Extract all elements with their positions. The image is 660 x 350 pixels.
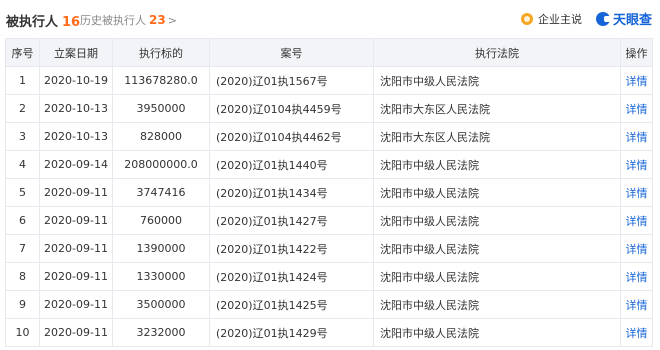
cell-court: 沈阳市中级人民法院 [373,178,621,207]
detail-link[interactable]: 详情 [620,262,653,291]
table-header-row: 序号 立案日期 执行标的 案号 执行法院 操作 [5,38,653,67]
cell-date: 2020-09-11 [39,262,113,291]
cell-date: 2020-10-13 [39,122,113,151]
col-header-court: 执行法院 [373,38,621,67]
cell-index: 8 [5,262,40,291]
table-row: 10 2020-09-11 3232000 (2020)辽01执1429号 沈阳… [5,318,653,347]
cell-case: (2020)辽01执1422号 [209,234,374,263]
detail-link[interactable]: 详情 [620,150,653,179]
cell-date: 2020-09-11 [39,234,113,263]
cell-case: (2020)辽0104执4459号 [209,94,374,123]
title-label: 被执行人 [6,15,59,30]
cell-case: (2020)辽01执1434号 [209,178,374,207]
detail-link[interactable]: 详情 [620,234,653,263]
cell-case: (2020)辽01执1425号 [209,290,374,319]
cell-amount: 208000000.0 [112,150,210,179]
table-row: 6 2020-09-11 760000 (2020)辽01执1427号 沈阳市中… [5,206,653,235]
cell-court: 沈阳市中级人民法院 [373,150,621,179]
col-header-index: 序号 [5,38,40,67]
slogan-link[interactable]: 企业主说 [521,11,582,27]
cell-amount: 3747416 [112,178,210,207]
table-row: 5 2020-09-11 3747416 (2020)辽01执1434号 沈阳市… [5,178,653,207]
cell-index: 9 [5,290,40,319]
history-label[interactable]: 历史被执行人 [80,14,146,27]
cell-date: 2020-09-14 [39,150,113,179]
detail-link[interactable]: 详情 [620,66,653,95]
tianyancha-logo-icon [595,11,611,26]
cell-amount: 760000 [112,206,210,235]
cell-index: 6 [5,206,40,235]
cell-date: 2020-09-11 [39,178,113,207]
table-row: 2 2020-10-13 3950000 (2020)辽0104执4459号 沈… [5,94,653,123]
cell-amount: 1390000 [112,234,210,263]
cell-date: 2020-10-13 [39,94,113,123]
cell-date: 2020-10-19 [39,66,113,95]
cell-amount: 3232000 [112,318,210,347]
table-row: 7 2020-09-11 1390000 (2020)辽01执1422号 沈阳市… [5,234,653,263]
cell-index: 3 [5,122,40,151]
cell-amount: 828000 [112,122,210,151]
table-row: 4 2020-09-14 208000000.0 (2020)辽01执1440号… [5,150,653,179]
cell-amount: 113678280.0 [112,66,210,95]
col-header-date: 立案日期 [39,38,113,67]
brand-logo: 天眼查 [595,9,652,28]
chevron-right-icon[interactable]: > [168,14,177,27]
cell-amount: 1330000 [112,262,210,291]
section-title: 被执行人 16 [6,11,80,30]
history-link[interactable]: 历史被执行人 23 > [80,12,177,28]
detail-link[interactable]: 详情 [620,178,653,207]
cell-index: 4 [5,150,40,179]
cell-date: 2020-09-11 [39,206,113,235]
cell-court: 沈阳市中级人民法院 [373,66,621,95]
history-count[interactable]: 23 [149,13,166,27]
brand-label: 天眼查 [612,13,652,28]
cell-court: 沈阳市中级人民法院 [373,262,621,291]
col-header-amount: 执行标的 [112,38,210,67]
col-header-action: 操作 [620,38,653,67]
executee-table: 序号 立案日期 执行标的 案号 执行法院 操作 1 2020-10-19 113… [5,38,653,347]
cell-date: 2020-09-11 [39,290,113,319]
detail-link[interactable]: 详情 [620,290,653,319]
cell-court: 沈阳市中级人民法院 [373,318,621,347]
table-row: 9 2020-09-11 3500000 (2020)辽01执1425号 沈阳市… [5,290,653,319]
col-header-case: 案号 [209,38,374,67]
cell-case: (2020)辽01执1567号 [209,66,374,95]
bulb-icon [521,13,533,25]
cell-index: 5 [5,178,40,207]
detail-link[interactable]: 详情 [620,94,653,123]
cell-court: 沈阳市中级人民法院 [373,206,621,235]
section-header: 被执行人 16 历史被执行人 23 > 企业主说 天眼查 [0,0,660,36]
cell-court: 沈阳市大东区人民法院 [373,94,621,123]
title-count: 16 [62,15,81,30]
cell-amount: 3500000 [112,290,210,319]
cell-case: (2020)辽0104执4462号 [209,122,374,151]
cell-index: 10 [5,318,40,347]
cell-case: (2020)辽01执1429号 [209,318,374,347]
cell-index: 7 [5,234,40,263]
cell-index: 2 [5,94,40,123]
detail-link[interactable]: 详情 [620,206,653,235]
table-row: 1 2020-10-19 113678280.0 (2020)辽01执1567号… [5,66,653,95]
cell-amount: 3950000 [112,94,210,123]
detail-link[interactable]: 详情 [620,318,653,347]
cell-court: 沈阳市中级人民法院 [373,290,621,319]
cell-case: (2020)辽01执1440号 [209,150,374,179]
cell-case: (2020)辽01执1427号 [209,206,374,235]
cell-court: 沈阳市大东区人民法院 [373,122,621,151]
table-row: 8 2020-09-11 1330000 (2020)辽01执1424号 沈阳市… [5,262,653,291]
cell-case: (2020)辽01执1424号 [209,262,374,291]
cell-date: 2020-09-11 [39,318,113,347]
slogan-label[interactable]: 企业主说 [538,11,582,27]
table-row: 3 2020-10-13 828000 (2020)辽0104执4462号 沈阳… [5,122,653,151]
cell-index: 1 [5,66,40,95]
detail-link[interactable]: 详情 [620,122,653,151]
cell-court: 沈阳市中级人民法院 [373,234,621,263]
